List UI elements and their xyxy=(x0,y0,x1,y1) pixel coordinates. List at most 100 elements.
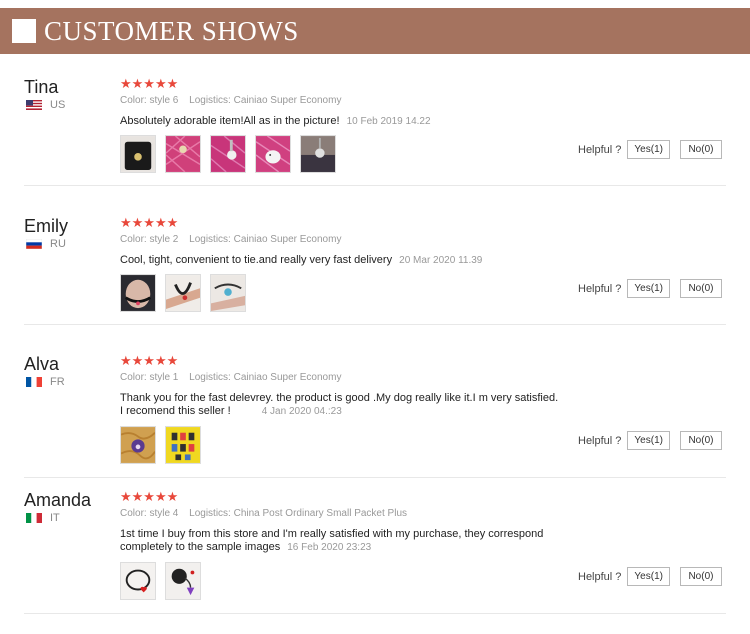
review-date: 4 Jan 2020 04.:23 xyxy=(261,406,342,417)
review-text: Absolutely adorable item!All as in the p… xyxy=(120,115,560,128)
review-content: 1st time I buy from this store and I'm r… xyxy=(120,528,544,540)
logistics-info: Logistics: Cainiao Super Economy xyxy=(189,95,342,106)
dog-fur-paw-tag-photo xyxy=(121,427,155,463)
helpful-yes-button[interactable]: Yes(1) xyxy=(627,431,670,450)
rating-stars: ★★★★★ xyxy=(120,76,179,91)
review-photos xyxy=(120,562,210,600)
review-meta: Color: style 2 Logistics: Cainiao Super … xyxy=(120,234,341,246)
helpful-section: Helpful ? Yes(1) No(0) xyxy=(578,567,722,586)
review-content: Cool, tight, convenient to tie.and reall… xyxy=(120,254,393,266)
helpful-section: Helpful ? Yes(1) No(0) xyxy=(578,140,722,159)
section-title: CUSTOMER SHOWS xyxy=(44,16,299,46)
review-meta: Color: style 1 Logistics: Cainiao Super … xyxy=(120,372,341,384)
yellow-card-charms-photo xyxy=(166,427,200,463)
reviewer-country: IT xyxy=(26,512,60,524)
review-content-line2: completely to the sample images xyxy=(120,541,281,553)
helpful-label: Helpful ? xyxy=(578,143,622,156)
helpful-no-button[interactable]: No(0) xyxy=(679,567,722,586)
review-divider xyxy=(24,613,726,614)
reviewer-name: Alva xyxy=(24,354,60,374)
review-photos xyxy=(120,426,210,464)
logistics-info: Logistics: China Post Ordinary Small Pac… xyxy=(189,508,408,519)
pink-bag-photo xyxy=(166,136,200,172)
it-flag-icon xyxy=(26,513,42,523)
elephant-charm-photo xyxy=(256,136,290,172)
reviewer-country: RU xyxy=(26,238,66,250)
helpful-yes-button[interactable]: Yes(1) xyxy=(627,279,670,298)
review-meta: Color: style 4 Logistics: China Post Ord… xyxy=(120,508,407,520)
helpful-no-button[interactable]: No(0) xyxy=(679,279,722,298)
reviewer-country: FR xyxy=(26,376,65,388)
review-content: Thank you for the fast delevrey. the pro… xyxy=(120,392,559,404)
reviewer-name: Tina xyxy=(24,77,59,97)
country-code: RU xyxy=(50,238,66,250)
helpful-label: Helpful ? xyxy=(578,570,622,583)
review-photo-thumb[interactable] xyxy=(165,426,201,464)
review-text: Thank you for the fast delevrey. the pro… xyxy=(120,392,560,418)
helpful-no-button[interactable]: No(0) xyxy=(679,431,722,450)
review-meta: Color: style 6 Logistics: Cainiao Super … xyxy=(120,95,341,107)
bracelet-wrist-photo xyxy=(166,275,200,311)
color-option: Color: style 1 xyxy=(120,372,179,383)
country-code: IT xyxy=(50,512,60,524)
logistics-info: Logistics: Cainiao Super Economy xyxy=(189,234,342,245)
review-text: 1st time I buy from this store and I'm r… xyxy=(120,528,560,554)
country-code: FR xyxy=(50,376,65,388)
reviewer-country: US xyxy=(26,99,65,111)
header-square-icon xyxy=(12,19,36,43)
review-photo-thumb[interactable] xyxy=(255,135,291,173)
helpful-label: Helpful ? xyxy=(578,434,622,447)
review-photo-thumb[interactable] xyxy=(165,135,201,173)
charm-closeup-photo xyxy=(301,136,335,172)
black-bag-photo xyxy=(121,136,155,172)
helpful-no-button[interactable]: No(0) xyxy=(679,140,722,159)
reviewer-name: Emily xyxy=(24,216,68,236)
review-divider xyxy=(24,477,726,478)
helpful-yes-button[interactable]: Yes(1) xyxy=(627,140,670,159)
review-divider xyxy=(24,185,726,186)
review-photo-thumb[interactable] xyxy=(210,135,246,173)
review-photo-thumb[interactable] xyxy=(120,274,156,312)
review-content-line2: I recomend this seller ! xyxy=(120,405,231,417)
review-photo-thumb[interactable] xyxy=(120,135,156,173)
helpful-section: Helpful ? Yes(1) No(0) xyxy=(578,279,722,298)
pink-bag-charm-photo xyxy=(211,136,245,172)
helpful-label: Helpful ? xyxy=(578,282,622,295)
review-text: Cool, tight, convenient to tie.and reall… xyxy=(120,254,560,267)
fr-flag-icon xyxy=(26,377,42,387)
color-option: Color: style 4 xyxy=(120,508,179,519)
logistics-info: Logistics: Cainiao Super Economy xyxy=(189,372,342,383)
review-photo-thumb[interactable] xyxy=(165,274,201,312)
color-option: Color: style 6 xyxy=(120,95,179,106)
reviewer-name: Amanda xyxy=(24,490,92,510)
review-photo-thumb[interactable] xyxy=(120,562,156,600)
section-header: CUSTOMER SHOWS xyxy=(0,8,750,54)
review-photo-thumb[interactable] xyxy=(210,274,246,312)
review-content: Absolutely adorable item!All as in the p… xyxy=(120,115,340,127)
review-item: Alva FR ★★★★★ Color: style 1 Logistics: … xyxy=(24,354,726,478)
helpful-yes-button[interactable]: Yes(1) xyxy=(627,567,670,586)
review-date: 10 Feb 2019 14.22 xyxy=(346,116,431,127)
review-item: Tina US ★★★★★ Color: style 6 Logistics: … xyxy=(24,77,726,186)
rating-stars: ★★★★★ xyxy=(120,489,179,504)
ru-flag-icon xyxy=(26,239,42,249)
review-photo-thumb[interactable] xyxy=(300,135,336,173)
review-photo-thumb[interactable] xyxy=(120,426,156,464)
color-option: Color: style 2 xyxy=(120,234,179,245)
purple-paw-pendant-photo xyxy=(166,563,200,599)
review-photo-thumb[interactable] xyxy=(165,562,201,600)
review-date: 20 Mar 2020 11.39 xyxy=(399,255,483,266)
review-date: 16 Feb 2020 23:23 xyxy=(287,542,372,553)
blue-charm-bracelet-photo xyxy=(211,275,245,311)
choker-neck-photo xyxy=(121,275,155,311)
review-item: Emily RU ★★★★★ Color: style 2 Logistics:… xyxy=(24,216,726,325)
heart-bracelet-photo xyxy=(121,563,155,599)
helpful-section: Helpful ? Yes(1) No(0) xyxy=(578,431,722,450)
review-item: Amanda IT ★★★★★ Color: style 4 Logistics… xyxy=(24,490,726,614)
review-photos xyxy=(120,274,255,312)
review-photos xyxy=(120,135,345,173)
us-flag-icon xyxy=(26,100,42,110)
country-code: US xyxy=(50,99,66,111)
rating-stars: ★★★★★ xyxy=(120,353,179,368)
review-divider xyxy=(24,324,726,325)
